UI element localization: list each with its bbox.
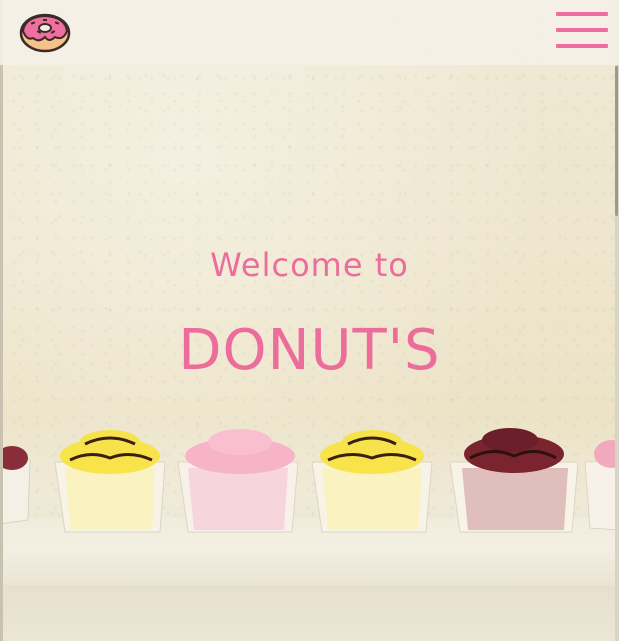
cupcake-left-partial (0, 446, 31, 525)
navbar (0, 0, 619, 65)
menu-bar-top (556, 12, 608, 16)
cupcake-chocolate (449, 428, 579, 533)
menu-bar-middle (556, 28, 608, 32)
brand-title: DONUT'S (178, 318, 441, 383)
welcome-heading: Welcome to (210, 246, 409, 284)
scrollbar-thumb[interactable] (615, 66, 618, 216)
cupcake-right-partial (584, 440, 619, 531)
shelf-base (0, 585, 619, 641)
donut-logo-icon[interactable] (19, 11, 71, 53)
cupcakes-illustration (0, 428, 619, 533)
cupcake-pink (177, 429, 299, 533)
menu-bar-bottom (556, 44, 608, 48)
cupcake-yellow-1 (54, 430, 166, 533)
hamburger-menu-icon[interactable] (556, 12, 608, 50)
cupcake-yellow-2 (311, 430, 433, 533)
